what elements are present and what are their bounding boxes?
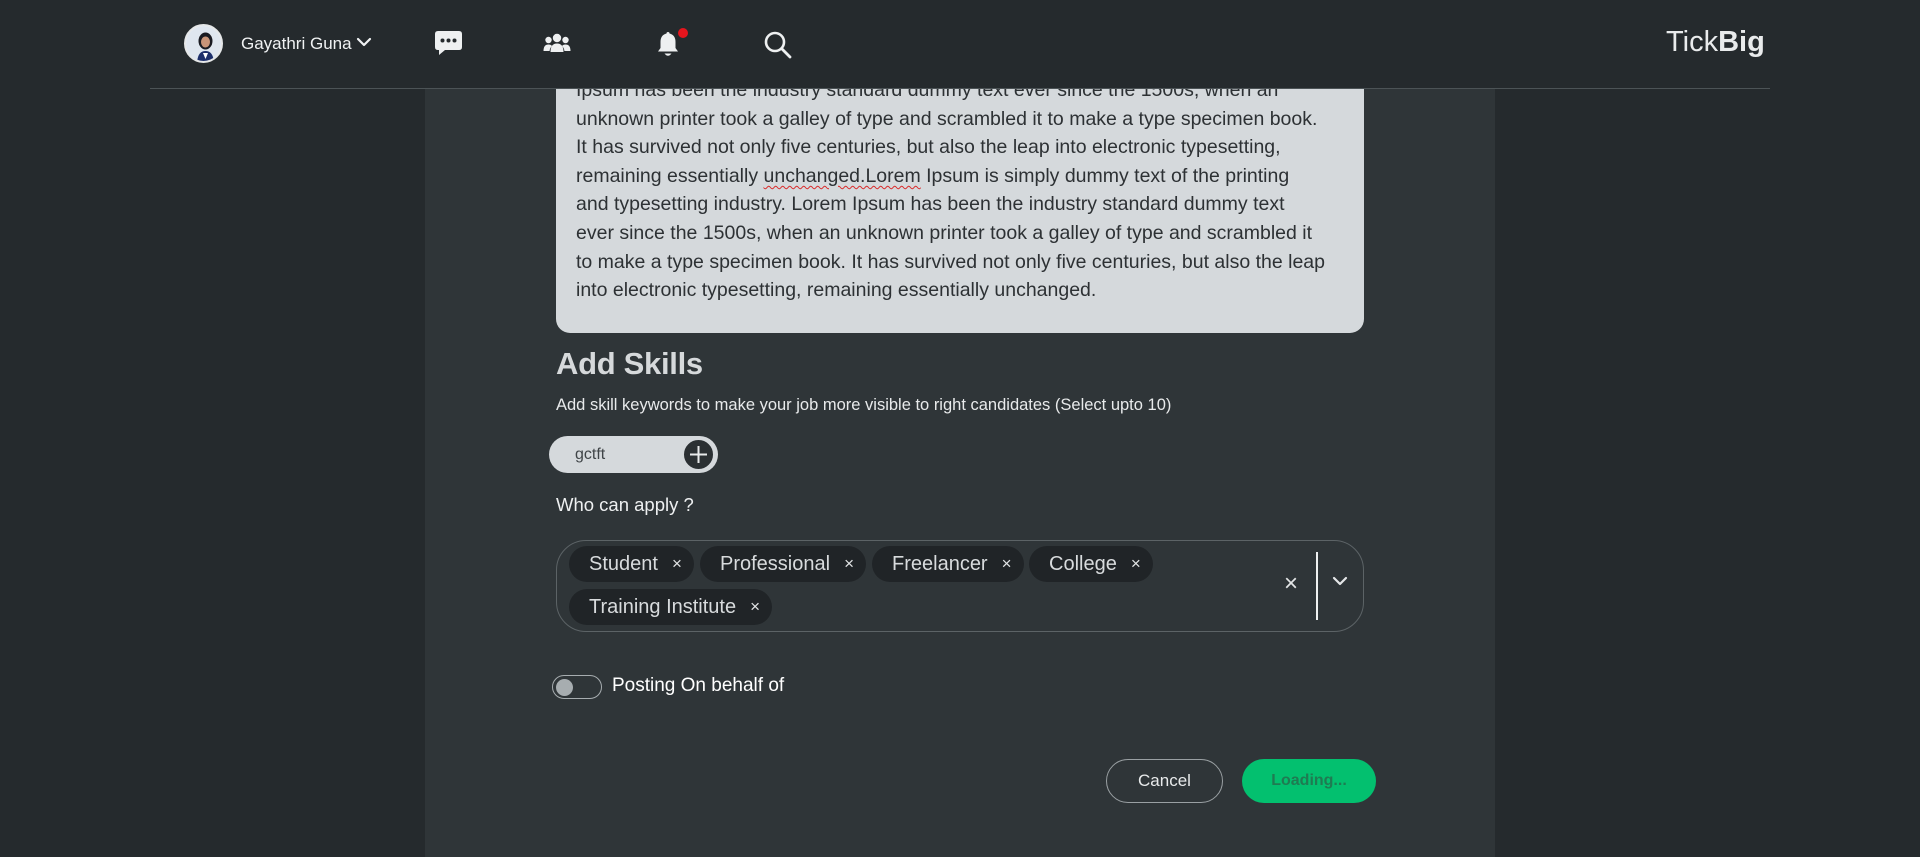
description-line: ever since the 1500s, when an unknown pr… bbox=[576, 221, 1313, 244]
search-icon[interactable] bbox=[763, 30, 793, 60]
brand-logo[interactable]: TickBig bbox=[1666, 26, 1765, 59]
description-text: remaining essentially bbox=[576, 164, 764, 187]
skill-entry bbox=[549, 436, 718, 473]
chip-label: Professional bbox=[720, 552, 831, 575]
notification-badge bbox=[678, 28, 688, 38]
user-avatar[interactable] bbox=[184, 24, 223, 63]
brand-bold: Big bbox=[1718, 26, 1765, 58]
description-text: Ipsum is simply dummy text of the printi… bbox=[920, 164, 1290, 187]
chip-label: Freelancer bbox=[892, 552, 988, 575]
cancel-button[interactable]: Cancel bbox=[1106, 759, 1223, 803]
description-line: to make a type specimen book. It has sur… bbox=[576, 250, 1325, 273]
user-name[interactable]: Gayathri Guna bbox=[241, 34, 352, 54]
chevron-down-icon[interactable] bbox=[355, 36, 373, 48]
description-line: It has survived not only five centuries,… bbox=[576, 136, 1281, 159]
add-skills-title: Add Skills bbox=[556, 346, 703, 381]
chip-remove-button[interactable]: × bbox=[1002, 554, 1012, 574]
submit-button[interactable]: Loading... bbox=[1242, 759, 1376, 803]
description-line: remaining essentially unchanged.Lorem Ip… bbox=[576, 162, 1348, 191]
people-icon[interactable] bbox=[543, 32, 571, 54]
chip-remove-button[interactable]: × bbox=[844, 554, 854, 574]
toggle-knob bbox=[556, 678, 573, 696]
chip-student: Student × bbox=[569, 546, 694, 582]
description-line: unknown printer took a galley of type an… bbox=[576, 107, 1318, 130]
spelling-error-word: unchanged.Lorem bbox=[763, 164, 921, 187]
header-divider bbox=[150, 88, 1770, 89]
clear-all-button[interactable]: × bbox=[1284, 570, 1298, 598]
chevron-down-icon[interactable] bbox=[1331, 575, 1349, 587]
bell-icon[interactable] bbox=[656, 30, 680, 58]
add-skills-subtitle: Add skill keywords to make your job more… bbox=[556, 396, 1172, 414]
chip-college: College × bbox=[1029, 546, 1153, 582]
chip-label: College bbox=[1049, 552, 1117, 575]
posting-on-behalf-toggle[interactable] bbox=[552, 675, 602, 699]
plus-icon bbox=[690, 446, 707, 463]
description-line: and typesetting industry. Lorem Ipsum ha… bbox=[576, 193, 1285, 216]
chat-icon[interactable] bbox=[433, 29, 464, 57]
description-line: into electronic typesetting, remaining e… bbox=[576, 279, 1097, 302]
chip-label: Training Institute bbox=[589, 595, 737, 618]
chip-training-institute: Training Institute × bbox=[569, 589, 773, 625]
who-can-apply-label: Who can apply ? bbox=[556, 494, 694, 515]
chip-freelancer: Freelancer × bbox=[872, 546, 1024, 582]
chip-professional: Professional × bbox=[700, 546, 866, 582]
posting-on-behalf-label: Posting On behalf of bbox=[612, 675, 785, 696]
select-divider bbox=[1316, 552, 1318, 620]
chip-label: Student bbox=[589, 552, 658, 575]
chip-remove-button[interactable]: × bbox=[1131, 554, 1141, 574]
brand-light: Tick bbox=[1666, 26, 1719, 58]
skill-input[interactable] bbox=[575, 445, 695, 464]
chip-remove-button[interactable]: × bbox=[750, 597, 760, 617]
add-skill-button[interactable] bbox=[682, 438, 715, 471]
chip-remove-button[interactable]: × bbox=[672, 554, 682, 574]
